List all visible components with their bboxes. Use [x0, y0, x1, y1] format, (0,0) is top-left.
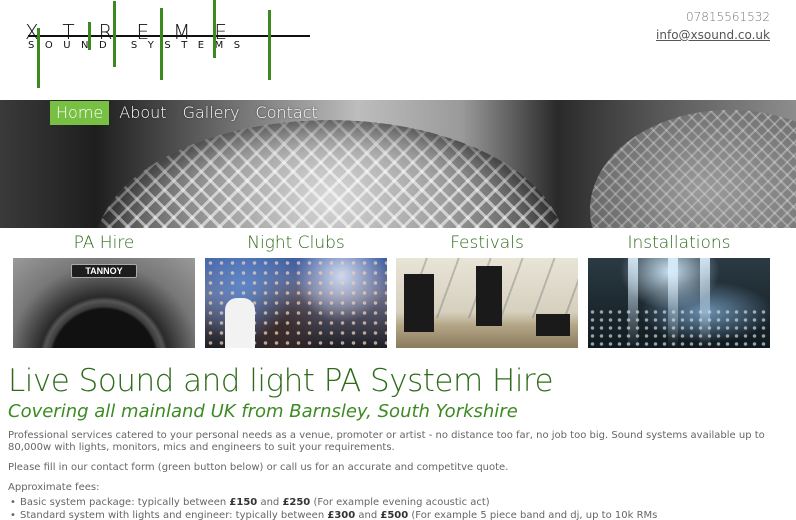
service-night-clubs[interactable]: Night Clubs	[205, 232, 387, 348]
equalizer-bar	[113, 1, 116, 67]
page-title: Live Sound and light PA System Hire	[8, 363, 554, 399]
night-clubs-image[interactable]	[205, 258, 387, 348]
header-contact: 07815561532 info@xsound.co.uk	[656, 10, 770, 42]
equalizer-bar	[268, 10, 271, 80]
page-subtitle: Covering all mainland UK from Barnsley, …	[8, 401, 518, 422]
nav-gallery[interactable]: Gallery	[177, 101, 246, 125]
email-link[interactable]: info@xsound.co.uk	[656, 28, 770, 42]
fees-label: Approximate fees:	[8, 482, 100, 493]
service-pa-hire[interactable]: PA Hire TANNOY	[13, 232, 195, 348]
performer-graphic	[225, 298, 255, 348]
fee-item: Standard system with lights and engineer…	[8, 509, 788, 520]
microphone-grille-background	[590, 110, 796, 228]
nav-home[interactable]: Home	[50, 101, 110, 125]
speaker-stack-graphic	[536, 314, 570, 336]
intro-paragraph: Professional services catered to your pe…	[8, 430, 765, 453]
equalizer-bar	[37, 28, 40, 88]
equalizer-bar	[213, 0, 216, 58]
main-content: Live Sound and light PA System Hire Cove…	[8, 362, 788, 520]
fees-list: Basic system package: typically between …	[8, 496, 788, 520]
service-title[interactable]: Installations	[588, 232, 770, 256]
call-to-action-text: Please fill in our contact form (green b…	[8, 462, 509, 473]
pa-hire-image[interactable]: TANNOY	[13, 258, 195, 348]
nav-contact[interactable]: Contact	[250, 101, 324, 125]
speaker-stack-graphic	[476, 266, 502, 326]
xtreme-logo[interactable]: XTREME SOUND SYSTEMS	[25, 0, 315, 90]
main-nav: Home About Gallery Contact	[50, 101, 328, 125]
microphone-grille	[95, 120, 565, 228]
equalizer-bar	[160, 8, 163, 80]
service-title[interactable]: Night Clubs	[205, 232, 387, 256]
site-header: XTREME SOUND SYSTEMS 07815561532 info@xs…	[0, 0, 796, 100]
service-title[interactable]: Festivals	[396, 232, 578, 256]
service-installations[interactable]: Installations	[588, 232, 770, 348]
phone-number: 07815561532	[686, 10, 770, 24]
installations-image[interactable]	[588, 258, 770, 348]
service-title[interactable]: PA Hire	[13, 232, 195, 256]
equalizer-bar	[88, 22, 91, 50]
crowd-graphic	[588, 308, 770, 348]
service-festivals[interactable]: Festivals	[396, 232, 578, 348]
fee-item: Basic system package: typically between …	[8, 496, 788, 509]
tannoy-badge: TANNOY	[71, 264, 137, 278]
nav-about[interactable]: About	[113, 101, 172, 125]
logo-tagline: SOUND SYSTEMS	[28, 40, 251, 51]
festivals-image[interactable]	[396, 258, 578, 348]
services-row: PA Hire TANNOY Night Clubs Festivals Ins…	[13, 232, 783, 350]
speaker-stack-graphic	[404, 274, 434, 332]
logo-wordmark: XTREME	[25, 20, 251, 44]
